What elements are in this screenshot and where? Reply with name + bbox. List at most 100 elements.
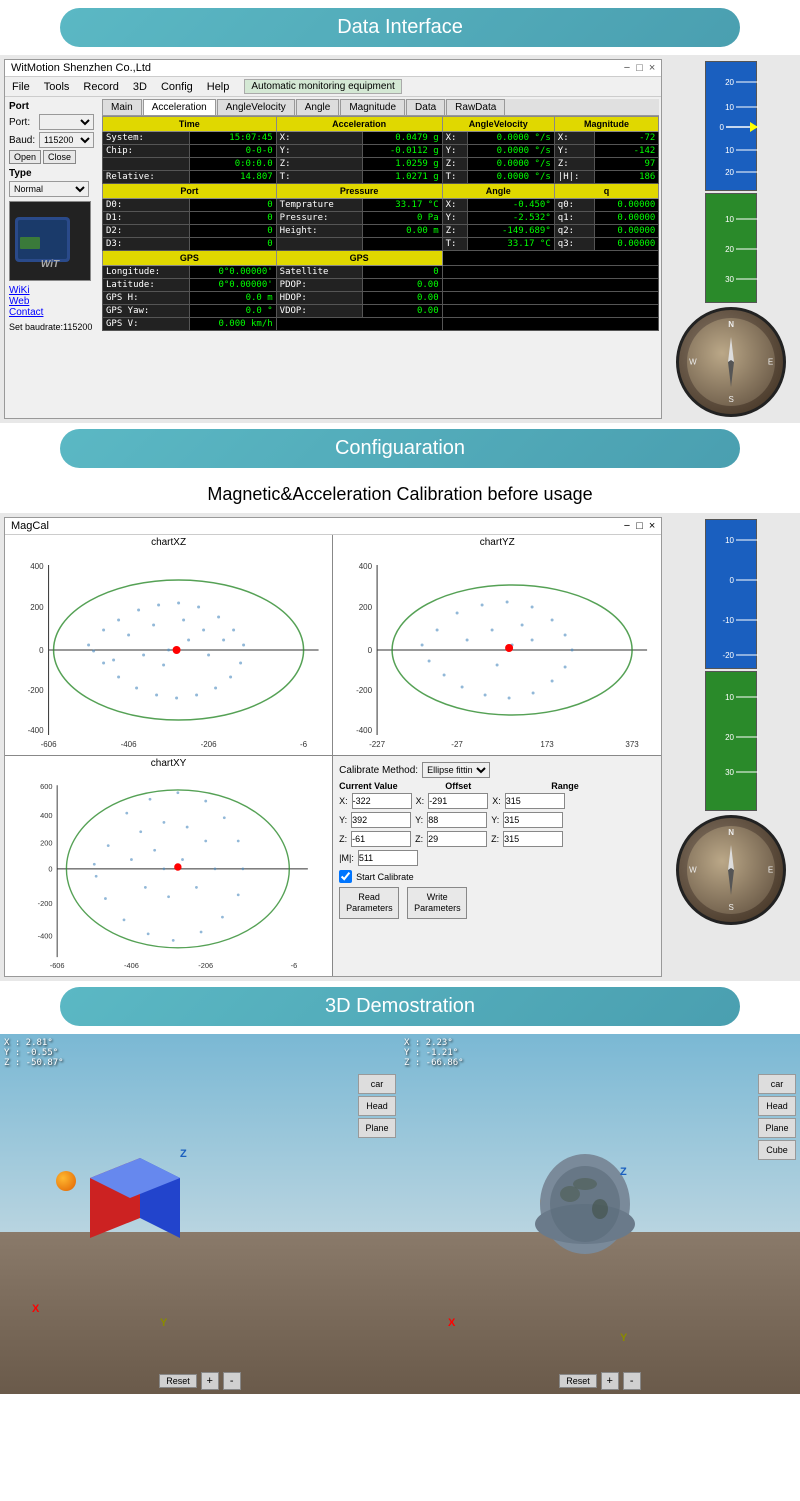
table-row: System: 15:07:45 X: 0.0479 g X: 0.0000 °…	[103, 132, 659, 145]
td-buttons-1: car Head Plane	[358, 1074, 396, 1138]
range-z-input[interactable]	[503, 831, 563, 847]
td-plus-btn-2[interactable]: +	[601, 1372, 619, 1390]
menu-tools[interactable]: Tools	[41, 80, 73, 94]
window-title: WitMotion Shenzhen Co.,Ltd	[11, 62, 151, 74]
off-y-input[interactable]	[427, 812, 487, 828]
wiki-link[interactable]: WiKi	[9, 285, 96, 296]
data-grid: Time Acceleration AngleVelocity Magnitud…	[102, 116, 659, 331]
td-head-btn-1[interactable]: Head	[358, 1096, 396, 1116]
svg-text:-200: -200	[28, 686, 45, 695]
gpsyaw-label: GPS Yaw:	[103, 305, 190, 318]
write-params-btn[interactable]: Write Parameters	[407, 887, 467, 919]
table-row: Chip: 0-0-0 Y: -0.0112 g Y: 0.0000 °/s Y…	[103, 145, 659, 158]
baud-select[interactable]: 115200	[39, 132, 94, 148]
td-head-btn-2[interactable]: Head	[758, 1096, 796, 1116]
svg-text:-27: -27	[451, 740, 463, 749]
avy-value: 0.0000 °/s	[467, 145, 554, 158]
svg-text:10: 10	[725, 693, 734, 702]
cv-z-input[interactable]	[351, 831, 411, 847]
tab-angle[interactable]: Angle	[296, 99, 340, 115]
close-btn[interactable]: Close	[43, 150, 76, 164]
d2-value: 0	[189, 225, 276, 238]
svg-text:-200: -200	[38, 899, 53, 908]
td-car-btn-1[interactable]: car	[358, 1074, 396, 1094]
magcal-window: MagCal − □ × chartXZ	[4, 517, 662, 977]
ang-t-value	[363, 238, 442, 251]
td-reset-btn-1[interactable]: Reset	[159, 1374, 197, 1388]
td-cube-btn-2[interactable]: Cube	[758, 1140, 796, 1160]
type-select[interactable]: Normal	[9, 181, 89, 197]
magcal-min[interactable]: −	[624, 520, 630, 532]
svg-text:0: 0	[48, 865, 52, 874]
magcal-close[interactable]: ×	[649, 520, 655, 532]
calib-method-select[interactable]: Ellipse fittin	[422, 762, 490, 778]
cv-x-input[interactable]	[352, 793, 412, 809]
open-btn[interactable]: Open	[9, 150, 41, 164]
svg-text:400: 400	[359, 562, 373, 571]
td-minus-btn-1[interactable]: -	[223, 1372, 241, 1390]
tab-magnitude[interactable]: Magnitude	[340, 99, 405, 115]
table-row: 0:0:0.0 Z: 1.0259 g Z: 0.0000 °/s Z: 97	[103, 158, 659, 171]
cv-y-input[interactable]	[351, 812, 411, 828]
d0-value: 0	[189, 199, 276, 212]
q3-label: q3:	[554, 238, 595, 251]
start-calibrate-checkbox[interactable]	[339, 870, 352, 883]
tab-acceleration[interactable]: Acceleration	[143, 99, 216, 115]
menu-record[interactable]: Record	[80, 80, 121, 94]
chart-xy-title: chartXY	[5, 756, 332, 771]
td-car-btn-2[interactable]: car	[758, 1074, 796, 1094]
read-params-btn[interactable]: Read Parameters	[339, 887, 399, 919]
menu-config[interactable]: Config	[158, 80, 196, 94]
lat-label: Latitude:	[103, 279, 190, 292]
table-row: GPS H: 0.0 m HDOP: 0.00	[103, 292, 659, 305]
contact-link[interactable]: Contact	[9, 307, 96, 318]
chip-value: 0-0-0	[189, 145, 276, 158]
off-z-input[interactable]	[427, 831, 487, 847]
tab-main[interactable]: Main	[102, 99, 142, 115]
td-plane-btn-2[interactable]: Plane	[758, 1118, 796, 1138]
menu-3d[interactable]: 3D	[130, 80, 150, 94]
long-value: 0°0.00000'	[189, 266, 276, 279]
magcal-titlebar: MagCal − □ ×	[5, 518, 661, 535]
table-row: GPS Yaw: 0.0 ° VDOP: 0.00	[103, 305, 659, 318]
system-value: 15:07:45	[189, 132, 276, 145]
off-x-input[interactable]	[428, 793, 488, 809]
td-orange-ball-1	[56, 1171, 76, 1191]
tab-anglevel[interactable]: AngleVelocity	[217, 99, 295, 115]
td-minus-btn-2[interactable]: -	[623, 1372, 641, 1390]
table-row: D1: 0 Pressure: 0 Pa Y: -2.532° q1: 0.00…	[103, 212, 659, 225]
td-plane-btn-1[interactable]: Plane	[358, 1118, 396, 1138]
td-x-axis-2: X	[448, 1317, 455, 1329]
tab-data[interactable]: Data	[406, 99, 445, 115]
td-reset-btn-2[interactable]: Reset	[559, 1374, 597, 1388]
svg-text:-606: -606	[41, 740, 58, 749]
svg-text:20: 20	[725, 733, 734, 742]
svg-text:-206: -206	[198, 961, 213, 970]
close-btn[interactable]: ×	[649, 62, 655, 74]
gps1-header: GPS	[103, 251, 277, 266]
accel-header: Acceleration	[276, 117, 442, 132]
monitoring-badge: Automatic monitoring equipment	[244, 79, 401, 94]
at-value: 1.0271 g	[363, 171, 442, 184]
svg-text:200: 200	[40, 839, 52, 848]
maximize-btn[interactable]: □	[636, 62, 643, 74]
svg-text:-6: -6	[300, 740, 308, 749]
svg-text:WiT: WiT	[41, 259, 60, 270]
td-plus-btn-1[interactable]: +	[201, 1372, 219, 1390]
cv-mag-input[interactable]	[358, 850, 418, 866]
configuration-label: Configuaration	[335, 437, 465, 459]
range-x-input[interactable]	[505, 793, 565, 809]
magcal-max[interactable]: □	[636, 520, 643, 532]
tab-rawdata[interactable]: RawData	[446, 99, 505, 115]
range-y-input[interactable]	[503, 812, 563, 828]
table-row: Longitude: 0°0.00000' Satellite 0	[103, 266, 659, 279]
svg-text:10: 10	[725, 536, 734, 545]
svg-text:400: 400	[40, 811, 52, 820]
port-select[interactable]	[39, 114, 94, 130]
menu-help[interactable]: Help	[204, 80, 233, 94]
table-row: D2: 0 Height: 0.00 m Z: -149.689° q2: 0.…	[103, 225, 659, 238]
menu-file[interactable]: File	[9, 80, 33, 94]
table-row: Relative: 14.807 T: 1.0271 g T: 0.0000 °…	[103, 171, 659, 184]
web-link[interactable]: Web	[9, 296, 96, 307]
minimize-btn[interactable]: −	[624, 62, 630, 74]
